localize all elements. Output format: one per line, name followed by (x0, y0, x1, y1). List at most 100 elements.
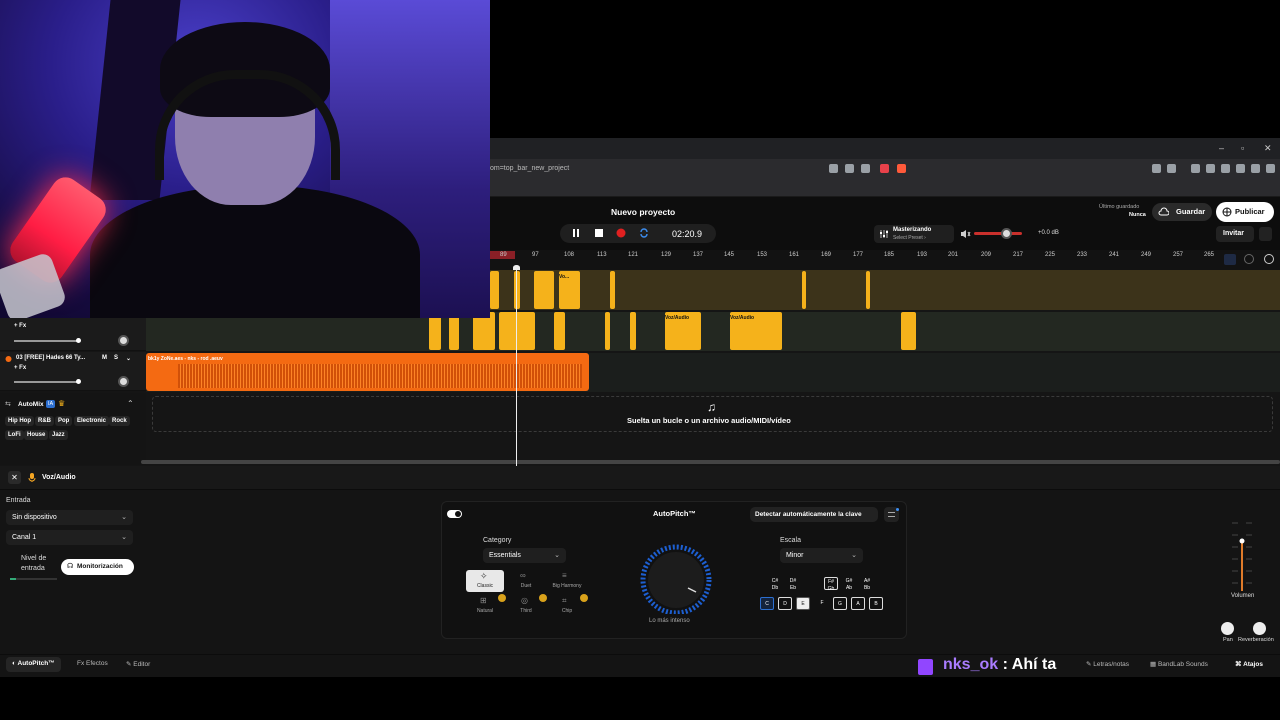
master-volume-slider[interactable] (974, 232, 1022, 235)
solo-button[interactable]: S (114, 355, 118, 361)
note-key-csharp[interactable]: C# Db (768, 577, 782, 591)
note-key-d[interactable]: D (778, 597, 792, 610)
note-key-gsharp[interactable]: G# Ab (842, 577, 856, 591)
audio-clip[interactable] (499, 312, 535, 350)
magnet-icon[interactable] (1224, 254, 1236, 265)
chevron-down-icon[interactable]: ⌄ (126, 355, 131, 362)
audio-clip[interactable]: Voz/Audio (665, 312, 701, 350)
audio-clip[interactable] (866, 271, 870, 309)
category-select[interactable]: Essentials ⌄ (483, 548, 566, 563)
audio-clip[interactable] (802, 271, 806, 309)
track-3-header[interactable]: 03 [FREE] Hades 66 Ty... + Fx M S ⌄ (0, 352, 146, 391)
close-icon[interactable]: ✕ (8, 471, 21, 484)
loop-icon[interactable] (639, 228, 649, 238)
track-volume-slider[interactable] (14, 381, 80, 383)
audio-clip[interactable] (534, 271, 554, 309)
note-key-asharp[interactable]: A# Bb (860, 577, 874, 591)
autopitch-toggle[interactable] (447, 510, 462, 518)
minimize-icon[interactable]: – (1219, 143, 1224, 153)
record-icon[interactable] (616, 228, 626, 238)
note-key-b[interactable]: B (869, 597, 883, 610)
track-volume-handle[interactable] (76, 338, 81, 343)
extension-icon[interactable] (1152, 164, 1161, 173)
zoom-in-icon[interactable] (1264, 254, 1274, 264)
mute-button[interactable]: M (102, 355, 107, 361)
screen-icon[interactable] (845, 164, 854, 173)
extension-icon[interactable] (1167, 164, 1176, 173)
master-volume-knob[interactable] (1001, 228, 1012, 239)
note-key-g[interactable]: G (833, 597, 847, 610)
intensity-dial[interactable] (634, 542, 718, 614)
genre-chip[interactable]: Jazz (49, 430, 68, 440)
audio-clip[interactable] (901, 312, 916, 350)
tab-editor[interactable]: ✎ Editor (120, 657, 156, 672)
sounds-button[interactable]: ▦ BandLab Sounds (1144, 657, 1214, 672)
automix-title[interactable]: AutoMix (18, 401, 44, 408)
brave-shield-icon[interactable] (880, 164, 889, 173)
note-key-dsharp[interactable]: D# Eb (786, 577, 800, 591)
genre-chip[interactable]: R&B (35, 416, 54, 426)
share-icon[interactable] (861, 164, 870, 173)
track-volume-handle[interactable] (76, 379, 81, 384)
audio-clip[interactable] (490, 271, 499, 309)
cast-icon[interactable] (829, 164, 838, 173)
tab-autopitch[interactable]: ◐ AutoPitch™ (6, 657, 61, 672)
fx-button[interactable]: + Fx (14, 323, 26, 329)
playhead-handle[interactable] (513, 265, 520, 270)
vpn-icon[interactable] (1251, 164, 1260, 173)
zoom-out-icon[interactable] (1244, 254, 1254, 264)
menu-icon[interactable] (1266, 164, 1275, 173)
horizontal-scrollbar[interactable] (141, 460, 1280, 464)
pause-icon[interactable] (571, 228, 581, 238)
playhead[interactable] (516, 266, 517, 466)
note-key-c[interactable]: C (760, 597, 774, 610)
scale-select[interactable]: Minor ⌄ (780, 548, 863, 563)
audio-clip[interactable]: Voz/Audio (730, 312, 782, 350)
audio-clip[interactable] (630, 312, 636, 350)
speaker-icon[interactable] (960, 229, 971, 239)
wallet-icon[interactable] (1221, 164, 1230, 173)
note-key-e[interactable]: E (796, 597, 810, 610)
pan-knob[interactable] (118, 376, 129, 387)
close-window-icon[interactable]: ✕ (1264, 143, 1272, 154)
invite-button[interactable]: Invitar (1216, 226, 1254, 242)
note-key-a[interactable]: A (851, 597, 865, 610)
pan-knob[interactable] (118, 335, 129, 346)
genre-chip[interactable]: Pop (55, 416, 73, 426)
ai-icon[interactable] (1236, 164, 1245, 173)
volume-fader[interactable] (1232, 519, 1252, 591)
category-big-harmony[interactable]: Big Harmony (548, 570, 586, 592)
shortcuts-button[interactable]: ⌘ Atajos (1229, 657, 1269, 672)
note-key-fsharp[interactable]: F# Gb (824, 577, 838, 592)
detect-key-button[interactable]: Detectar automáticamente la clave (750, 507, 878, 522)
genre-chip[interactable]: Rock (109, 416, 130, 426)
music-icon[interactable] (1191, 164, 1200, 173)
settings-icon[interactable] (884, 507, 899, 522)
chevron-up-icon[interactable]: ⌃ (127, 399, 134, 408)
genre-chip[interactable]: Electronic (74, 416, 110, 426)
note-key-f[interactable]: F (815, 597, 829, 610)
gift-icon[interactable] (1259, 227, 1272, 241)
genre-chip[interactable]: Hip Hop (5, 416, 34, 426)
brave-rewards-icon[interactable] (897, 164, 906, 173)
lyrics-button[interactable]: ✎ Letras/notas (1080, 657, 1135, 672)
audio-clip[interactable] (554, 312, 565, 350)
maximize-icon[interactable]: ▫ (1241, 143, 1244, 153)
pan-knob[interactable] (1221, 622, 1234, 635)
channel-select[interactable]: Canal 1 ⌄ (6, 530, 133, 545)
stop-icon[interactable] (594, 228, 604, 238)
genre-chip[interactable]: House (24, 430, 49, 440)
track-name[interactable]: 03 [FREE] Hades 66 Ty... (16, 355, 85, 361)
genre-chip[interactable]: LoFi (5, 430, 24, 440)
audio-clip[interactable]: Vo... (559, 271, 580, 309)
project-title[interactable]: Nuevo proyecto (611, 207, 675, 217)
device-select[interactable]: Sin dispositivo ⌄ (6, 510, 133, 525)
fx-button[interactable]: + Fx (14, 365, 26, 371)
audio-clip[interactable] (605, 312, 610, 350)
category-duet[interactable]: Duet (507, 570, 545, 592)
url-text[interactable]: om=top_bar_new_project (490, 165, 569, 172)
audio-clip[interactable] (610, 271, 615, 309)
tab-effects[interactable]: Fx Efectos (71, 657, 114, 672)
audio-clip[interactable] (514, 271, 520, 309)
sidebar-icon[interactable] (1206, 164, 1215, 173)
